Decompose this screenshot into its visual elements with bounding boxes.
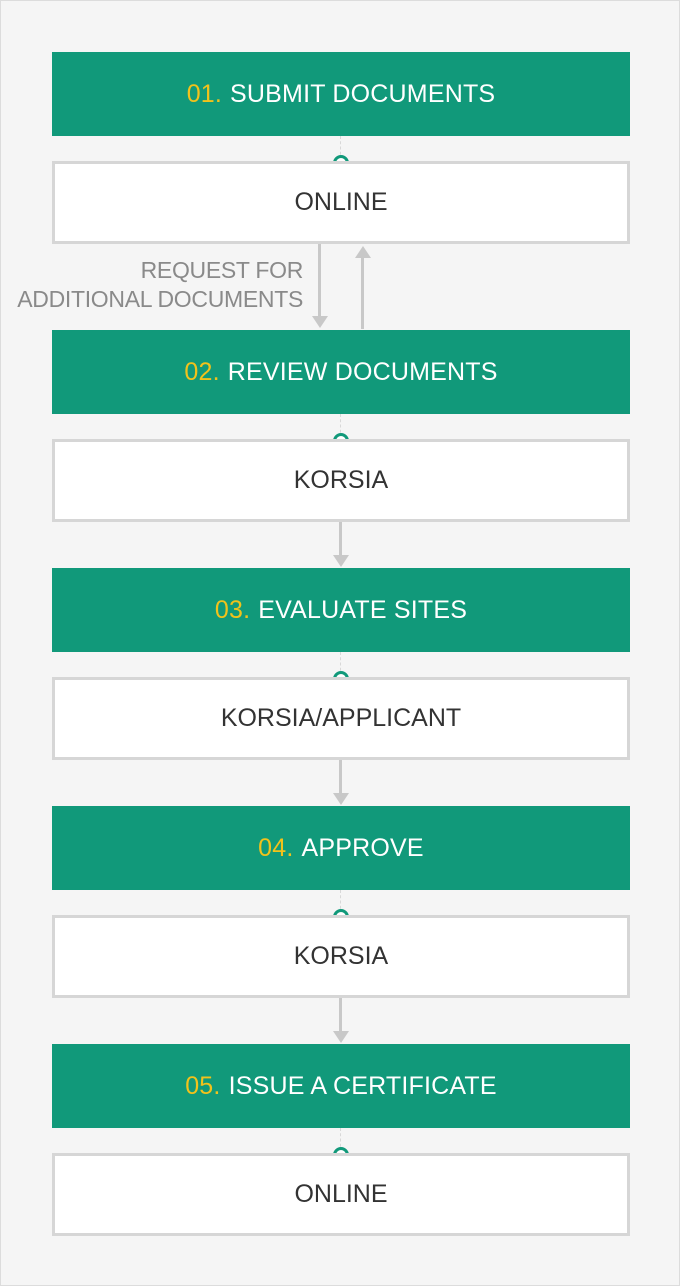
request-down-arrow-line xyxy=(318,244,321,317)
step-03-responsible: KORSIA/APPLICANT xyxy=(220,704,462,732)
step-03-number: 03. xyxy=(214,595,251,624)
step-05-responsible: ONLINE xyxy=(294,1180,388,1208)
arrow-2-to-3-head xyxy=(333,555,349,567)
step-02-box: 02. REVIEW DOCUMENTS xyxy=(52,330,630,414)
request-additional-documents-label: REQUEST FOR ADDITIONAL DOCUMENTS xyxy=(17,256,303,314)
step-02-title: REVIEW DOCUMENTS xyxy=(227,357,498,386)
arrow-4-to-5-head xyxy=(333,1031,349,1043)
process-flow-diagram: 01. SUBMIT DOCUMENTS ONLINE REQUEST FOR … xyxy=(0,0,680,1286)
step-05-responsible-box: ONLINE xyxy=(52,1153,630,1236)
step-02-number: 02. xyxy=(184,357,220,386)
arrow-3-to-4-line xyxy=(339,760,342,794)
step-01-responsible: ONLINE xyxy=(294,188,388,216)
resubmit-up-arrow-head xyxy=(355,246,371,258)
step-05-title: ISSUE A CERTIFICATE xyxy=(228,1071,497,1100)
request-down-arrow-head xyxy=(312,316,328,328)
step-03-title: EVALUATE SITES xyxy=(258,595,468,624)
step-03-box: 03. EVALUATE SITES xyxy=(52,568,630,652)
step-05-box: 05. ISSUE A CERTIFICATE xyxy=(52,1044,630,1128)
step-04-number: 04. xyxy=(258,833,294,862)
loop-label-line-1: REQUEST FOR xyxy=(140,257,304,283)
step-02-responsible-box: KORSIA xyxy=(52,439,630,522)
step-04-title: APPROVE xyxy=(301,833,424,862)
step-01-box: 01. SUBMIT DOCUMENTS xyxy=(52,52,630,136)
step-01-number: 01. xyxy=(186,79,223,108)
step-01-title: SUBMIT DOCUMENTS xyxy=(230,79,496,108)
step-04-box: 04. APPROVE xyxy=(52,806,630,890)
loop-label-line-2: ADDITIONAL DOCUMENTS xyxy=(17,286,303,312)
step-04-responsible-box: KORSIA xyxy=(52,915,630,998)
step-02-responsible: KORSIA xyxy=(293,466,389,494)
step-05-number: 05. xyxy=(185,1071,221,1100)
resubmit-up-arrow-line xyxy=(361,258,364,329)
arrow-2-to-3-line xyxy=(339,522,342,556)
step-04-responsible: KORSIA xyxy=(293,942,389,970)
step-03-responsible-box: KORSIA/APPLICANT xyxy=(52,677,630,760)
arrow-3-to-4-head xyxy=(333,793,349,805)
step-01-responsible-box: ONLINE xyxy=(52,161,630,244)
arrow-4-to-5-line xyxy=(339,998,342,1032)
